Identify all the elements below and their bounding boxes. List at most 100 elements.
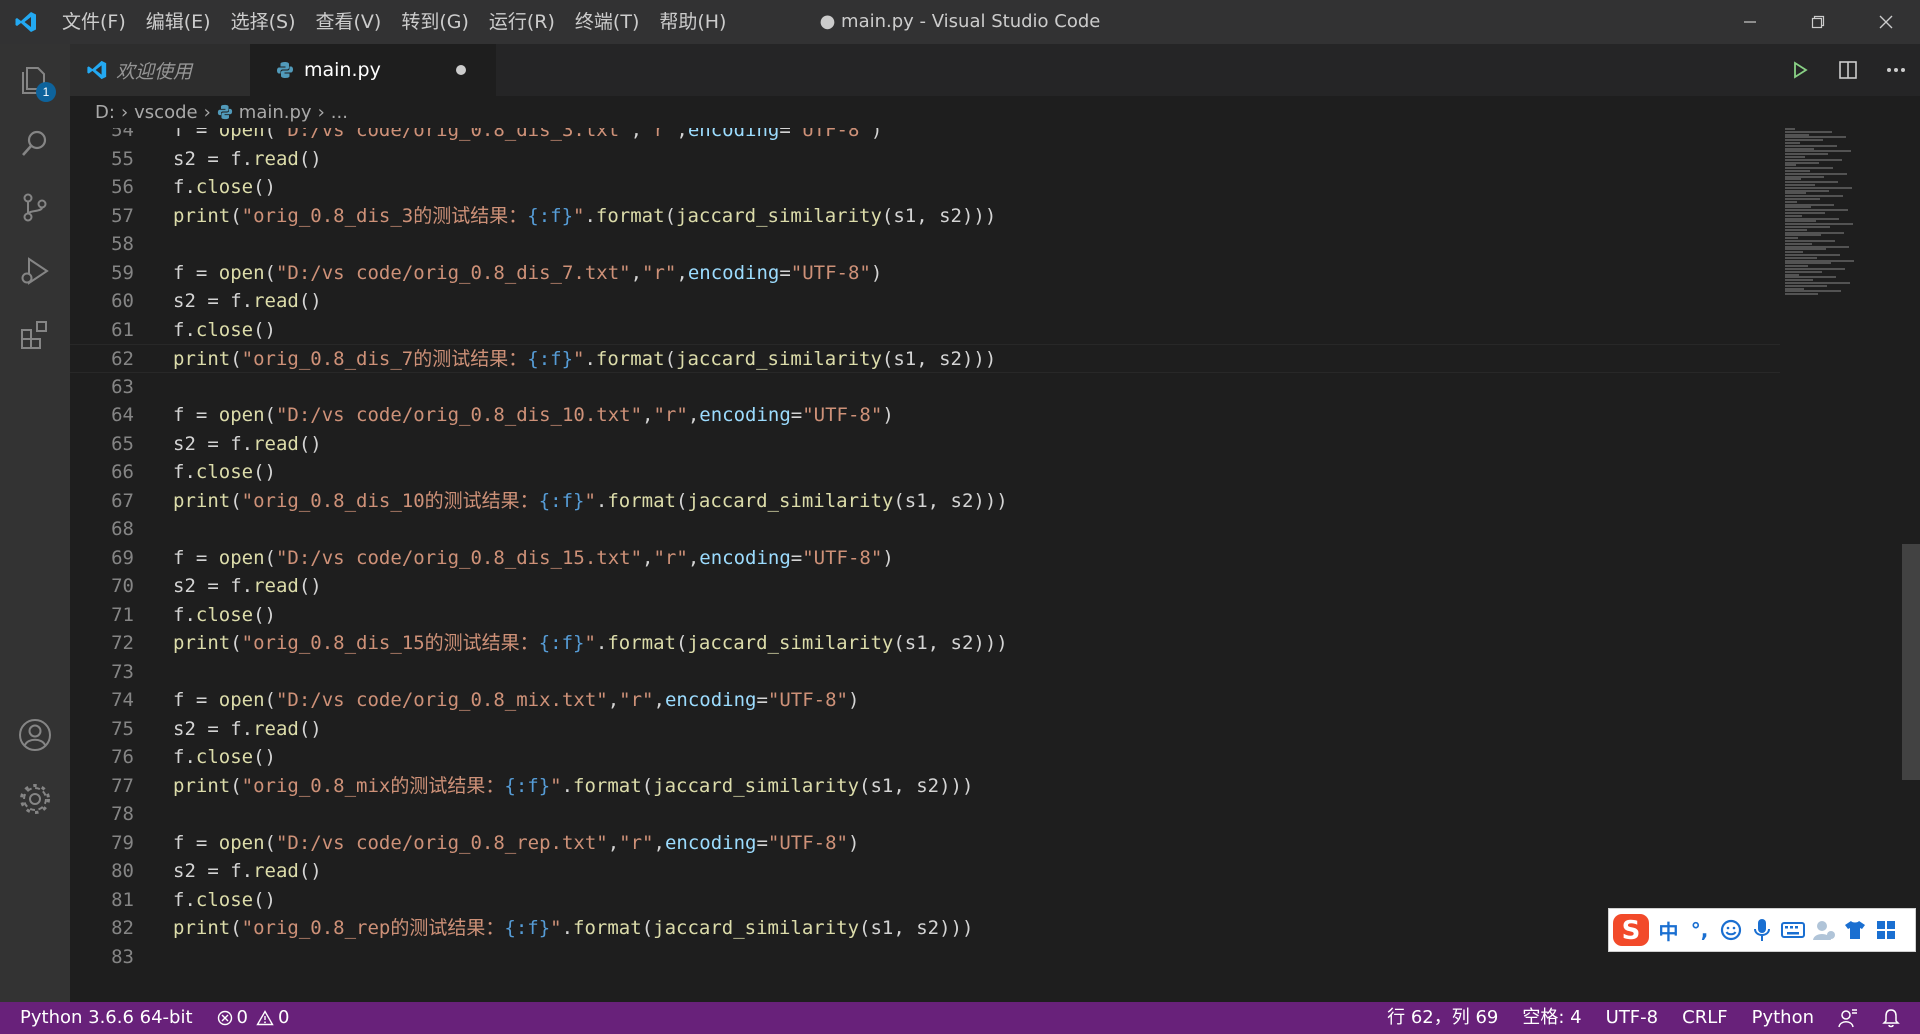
code-line[interactable]: 71 f.close() [70,601,1780,630]
code-line[interactable]: 72 print("orig_0.8_dis_15的测试结果：{:f}".form… [70,629,1780,658]
line-number: 74 [111,689,134,711]
end-of-line[interactable]: CRLF [1670,1002,1739,1034]
code-line[interactable]: 75 s2 = f.read() [70,715,1780,744]
minimap-line [1785,290,1841,293]
extensions-icon[interactable] [0,300,70,370]
code-line[interactable]: 82 print("orig_0.8_rep的测试结果：{:f}".format(… [70,914,1780,943]
cursor-position[interactable]: 行 62，列 69 [1375,1002,1510,1034]
code-line[interactable]: 57 print("orig_0.8_dis_3的测试结果：{:f}".forma… [70,202,1780,231]
minimap-line [1785,139,1823,142]
menu-item[interactable]: 帮助(H) [649,0,736,44]
more-actions-icon[interactable] [1872,44,1920,96]
search-icon[interactable] [0,108,70,178]
breadcrumb-symbol[interactable]: ... [331,102,348,123]
menu-item[interactable]: 转到(G) [391,0,479,44]
code-line[interactable]: 63 [70,373,1780,402]
minimap-line [1785,186,1852,189]
explorer-icon[interactable]: 1 [0,44,70,114]
vscode-logo-icon [0,0,52,44]
close-button[interactable] [1852,0,1920,44]
code-line[interactable]: 61 f.close() [70,316,1780,345]
tab-main-py[interactable]: main.py [250,44,496,96]
problems-indicator[interactable]: 0 0 [205,1002,302,1034]
minimize-button[interactable] [1716,0,1784,44]
restore-button[interactable] [1784,0,1852,44]
menu-item[interactable]: 编辑(E) [136,0,221,44]
file-encoding[interactable]: UTF-8 [1594,1002,1670,1034]
code-line[interactable]: 77 print("orig_0.8_mix的测试结果：{:f}".format(… [70,772,1780,801]
code-line[interactable]: 74 f = open("D:/vs code/orig_0.8_mix.txt"… [70,686,1780,715]
code-line[interactable]: 68 [70,515,1780,544]
code-line[interactable]: 59 f = open("D:/vs code/orig_0.8_dis_7.tx… [70,259,1780,288]
ime-punctuation-toggle[interactable]: °, [1684,909,1715,951]
code-line[interactable]: 67 print("orig_0.8_dis_10的测试结果：{:f}".form… [70,487,1780,516]
code-text: f = open("D:/vs code/orig_0.8_dis_7.txt"… [173,261,883,284]
code-line[interactable]: 65 s2 = f.read() [70,430,1780,459]
unsaved-dot-icon[interactable] [456,65,466,75]
tab-welcome[interactable]: 欢迎使用 [70,44,250,96]
run-debug-icon[interactable] [0,236,70,306]
ime-toolbar: S 中 °, [1608,908,1916,952]
code-text: s2 = f.read() [173,860,322,882]
microphone-icon[interactable] [1746,909,1777,951]
vertical-scrollbar[interactable] [1902,128,1920,1002]
feedback-icon[interactable] [1826,1002,1870,1034]
language-mode[interactable]: Python [1740,1002,1826,1034]
minimap-line [1785,195,1843,198]
line-number: 75 [111,717,134,740]
menu-item[interactable]: 查看(V) [306,0,392,44]
keyboard-icon[interactable] [1777,909,1808,951]
line-number: 54 [111,128,134,141]
minimap-line [1785,251,1803,254]
breadcrumb-folder[interactable]: vscode [134,102,197,123]
user-icon[interactable] [1808,909,1839,951]
minimap-line [1785,276,1836,279]
code-line[interactable]: 81 f.close() [70,886,1780,915]
code-line[interactable]: 79 f = open("D:/vs code/orig_0.8_rep.txt"… [70,829,1780,858]
settings-gear-icon[interactable] [0,764,70,834]
code-line[interactable]: 80 s2 = f.read() [70,857,1780,886]
code-line[interactable]: 69 f = open("D:/vs code/orig_0.8_dis_15.t… [70,544,1780,573]
code-line[interactable]: 58 [70,230,1780,259]
line-number: 67 [111,489,134,512]
code-line[interactable]: 73 [70,658,1780,687]
code-line[interactable]: 56 f.close() [70,173,1780,202]
python-interpreter[interactable]: Python 3.6.6 64-bit [0,1002,205,1034]
breadcrumb-drive[interactable]: D: [95,102,115,123]
line-number: 80 [111,860,134,882]
split-editor-button[interactable] [1824,44,1872,96]
skin-shirt-icon[interactable] [1839,909,1870,951]
code-line[interactable]: 54 f = open("D:/vs code/orig_0.8_dis_3.tx… [70,128,1780,145]
minimap-line [1785,287,1804,290]
code-line[interactable]: 70 s2 = f.read() [70,572,1780,601]
code-line[interactable]: 78 [70,800,1780,829]
minimap[interactable] [1785,128,1865,298]
notifications-bell-icon[interactable] [1870,1002,1920,1034]
menu-item[interactable]: 运行(R) [479,0,565,44]
menu-item[interactable]: 文件(F) [52,0,136,44]
indentation[interactable]: 空格: 4 [1510,1002,1593,1034]
menu-item[interactable]: 终端(T) [565,0,649,44]
code-line[interactable]: 62 print("orig_0.8_dis_7的测试结果：{:f}".forma… [70,344,1780,373]
toolbox-grid-icon[interactable] [1870,909,1901,951]
code-line[interactable]: 55 s2 = f.read() [70,145,1780,174]
code-line[interactable]: 83 [70,943,1780,972]
scrollbar-thumb[interactable] [1902,544,1920,780]
ime-language-toggle[interactable]: 中 [1653,909,1684,951]
menu-item[interactable]: 选择(S) [221,0,306,44]
code-text: f = open("D:/vs code/orig_0.8_dis_15.txt… [173,546,894,569]
source-control-icon[interactable] [0,172,70,242]
account-icon[interactable] [0,700,70,770]
code-text: s2 = f.read() [173,147,322,170]
sogou-logo-icon[interactable]: S [1609,909,1653,951]
breadcrumb-file[interactable]: main.py [239,102,312,123]
code-line[interactable]: 76 f.close() [70,743,1780,772]
line-number: 76 [111,746,134,768]
minimap-line [1785,256,1817,259]
emoji-icon[interactable] [1715,909,1746,951]
code-editor[interactable]: 54 f = open("D:/vs code/orig_0.8_dis_3.tx… [70,128,1920,1002]
run-file-button[interactable] [1776,44,1824,96]
code-line[interactable]: 64 f = open("D:/vs code/orig_0.8_dis_10.t… [70,401,1780,430]
code-line[interactable]: 60 s2 = f.read() [70,287,1780,316]
code-line[interactable]: 66 f.close() [70,458,1780,487]
